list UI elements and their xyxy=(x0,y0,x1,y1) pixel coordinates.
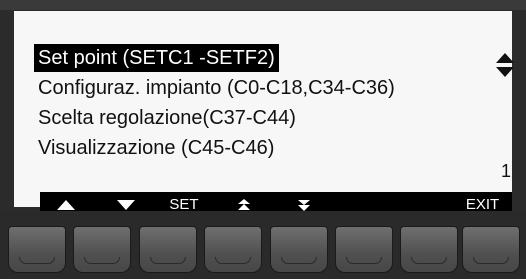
button-groove xyxy=(150,257,186,264)
physical-button-1[interactable] xyxy=(8,226,66,273)
button-groove xyxy=(411,257,447,264)
menu-item-scelta-regolazione[interactable]: Scelta regolazione(C37-C44) xyxy=(34,104,300,132)
button-groove xyxy=(346,257,382,264)
physical-button-5[interactable] xyxy=(270,226,328,273)
device-bezel-top xyxy=(0,0,526,10)
physical-button-3[interactable] xyxy=(139,226,197,273)
button-groove xyxy=(19,257,55,264)
physical-button-7[interactable] xyxy=(400,226,458,273)
button-groove xyxy=(215,257,251,264)
button-groove xyxy=(473,257,509,264)
physical-button-2[interactable] xyxy=(73,226,131,273)
scroll-up-down-icon xyxy=(496,53,514,77)
menu-item-configurazione-impianto[interactable]: Configuraz. impianto (C0-C18,C34-C36) xyxy=(34,74,399,102)
page-number: 1 xyxy=(501,161,512,181)
physical-button-6[interactable] xyxy=(335,226,393,273)
physical-button-8[interactable] xyxy=(462,226,520,273)
physical-button-4[interactable] xyxy=(204,226,262,273)
button-groove xyxy=(281,257,317,264)
menu-item-visualizzazione[interactable]: Visualizzazione (C45-C46) xyxy=(34,134,278,162)
lcd-screen: Set point (SETC1 -SETF2) Configuraz. imp… xyxy=(14,11,514,217)
button-groove xyxy=(84,257,120,264)
menu-item-set-point[interactable]: Set point (SETC1 -SETF2) xyxy=(34,44,279,72)
